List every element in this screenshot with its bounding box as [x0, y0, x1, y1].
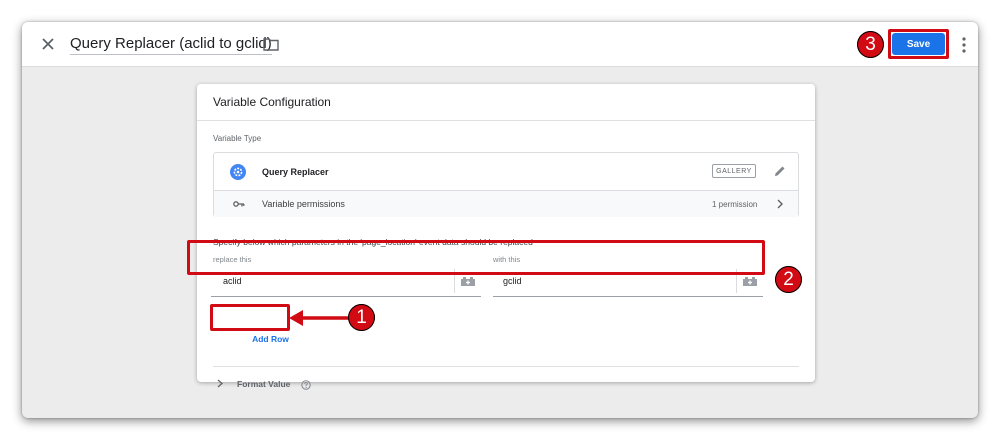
permissions-label: Variable permissions — [262, 199, 345, 209]
chevron-right-icon[interactable] — [217, 379, 223, 388]
folder-icon[interactable] — [263, 37, 279, 51]
editor-window: Query Replacer (aclid to gclid) Save Var… — [22, 22, 978, 418]
pencil-icon[interactable] — [773, 164, 787, 178]
with-input-value: gclid — [503, 276, 522, 286]
step-3-badge: 3 — [857, 31, 884, 58]
variable-title-input[interactable]: Query Replacer (aclid to gclid) — [70, 35, 272, 55]
chevron-right-icon — [777, 199, 783, 209]
variable-picker-icon[interactable] — [460, 276, 476, 287]
key-icon — [233, 201, 245, 207]
variable-picker-icon[interactable] — [742, 276, 758, 287]
annotation-arrow — [289, 310, 349, 326]
variable-configuration-card: Variable Configuration Variable Type Que… — [197, 84, 815, 390]
replace-input-value: aclid — [223, 276, 242, 286]
step-2-badge: 2 — [775, 266, 802, 293]
save-button[interactable]: Save — [892, 33, 945, 55]
add-row-highlight-box — [210, 304, 290, 331]
variable-type-row[interactable]: Query Replacer GALLERY — [214, 153, 798, 191]
gear-icon — [230, 164, 246, 180]
divider — [213, 366, 799, 367]
variable-type-label: Variable Type — [213, 134, 262, 143]
help-icon[interactable] — [301, 380, 311, 390]
top-bar: Query Replacer (aclid to gclid) Save — [22, 22, 978, 67]
variable-type-name: Query Replacer — [262, 167, 329, 177]
more-vert-icon[interactable] — [960, 36, 968, 54]
gallery-badge[interactable]: GALLERY — [712, 164, 756, 178]
permissions-row[interactable]: Variable permissions 1 permission — [214, 191, 798, 217]
card-title: Variable Configuration — [213, 95, 331, 109]
close-icon[interactable] — [38, 34, 58, 54]
divider — [197, 120, 815, 121]
permissions-count: 1 permission — [712, 200, 758, 209]
rows-highlight-box — [187, 240, 765, 275]
format-value-toggle[interactable]: Format Value — [237, 379, 290, 389]
add-row-button[interactable]: Add Row — [236, 330, 305, 348]
variable-type-box: Query Replacer GALLERY Variable permissi… — [213, 152, 799, 217]
step-1-badge: 1 — [348, 304, 375, 331]
